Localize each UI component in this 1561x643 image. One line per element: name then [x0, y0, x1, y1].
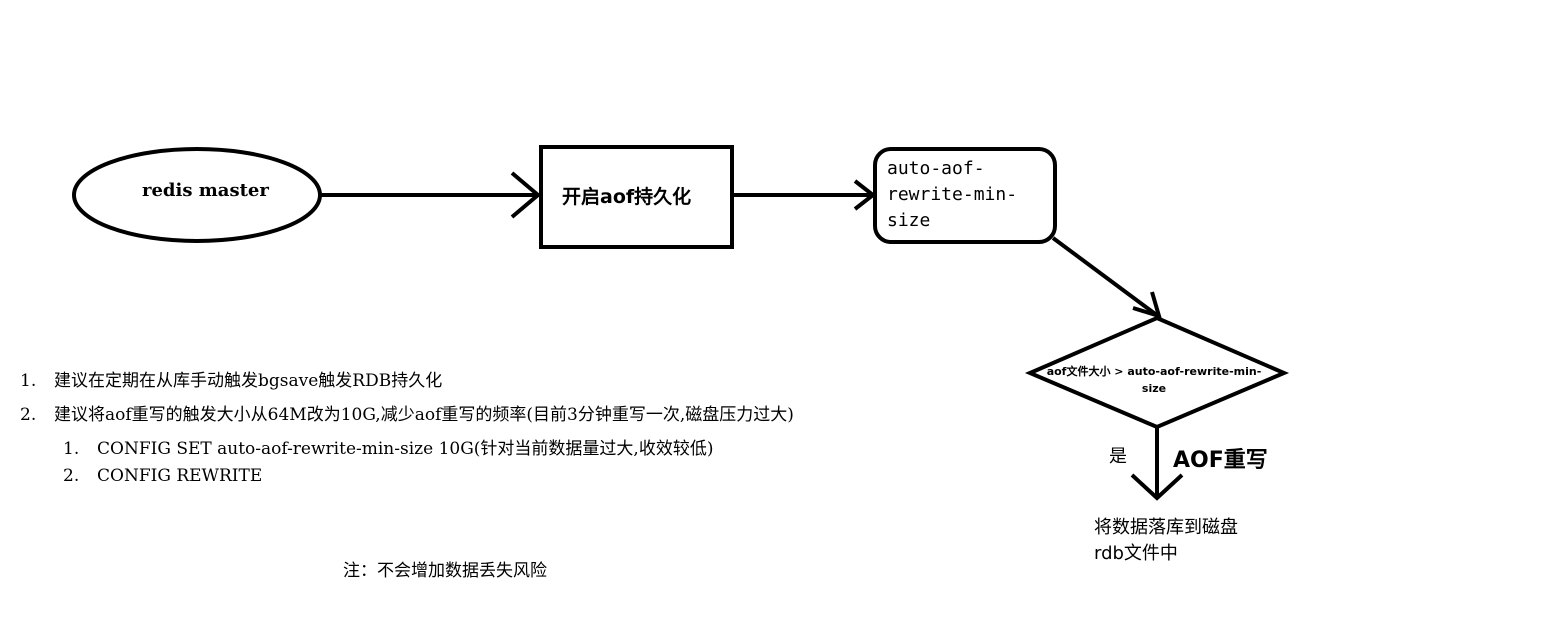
flow-diagram — [72, 145, 1290, 501]
yes-label: 是 — [1109, 446, 1127, 467]
note-subitem-1-text: CONFIG SET auto-aof-rewrite-min-size 10G… — [97, 439, 714, 459]
min-size-label: auto-aof- rewrite-min- size — [887, 156, 1017, 234]
min-size-line-3: size — [887, 210, 931, 231]
note-item-1: 1. 建议在定期在从库手动触发bgsave触发RDB持久化 — [20, 366, 442, 391]
note-item-2: 2. 建议将aof重写的触发大小从64M改为10G,减少aof重写的频率(目前3分… — [20, 400, 794, 425]
note-subitem-2-num: 2. — [63, 466, 80, 486]
min-size-line-2: rewrite-min- — [887, 184, 1018, 205]
footnote: 注：不会增加数据丢失风险 — [343, 561, 547, 581]
note-item-1-num: 1. — [20, 371, 37, 391]
redis-master-label: redis master — [142, 180, 269, 201]
aof-rewrite-label: AOF重写 — [1173, 448, 1268, 473]
note-subitem-1-num: 1. — [63, 439, 80, 459]
note-item-2-num: 2. — [20, 405, 37, 425]
note-subitem-2-text: CONFIG REWRITE — [97, 466, 263, 486]
note-subitem-1: 1. CONFIG SET auto-aof-rewrite-min-size 1… — [63, 434, 713, 459]
arrow-min-size-to-decision — [1051, 236, 1160, 318]
note-item-2-text: 建议将aof重写的触发大小从64M改为10G,减少aof重写的频率(目前3分钟重… — [54, 405, 794, 425]
result-label: 将数据落库到磁盘rdb文件中 — [1094, 517, 1238, 564]
note-item-1-text: 建议在定期在从库手动触发bgsave触发RDB持久化 — [54, 371, 443, 391]
min-size-line-1: auto-aof- — [887, 158, 985, 179]
enable-aof-label: 开启aof持久化 — [562, 186, 692, 208]
decision-label: aof文件大小 > auto-aof-rewrite-min-size — [1046, 365, 1262, 395]
note-subitem-2: 2. CONFIG REWRITE — [63, 466, 262, 486]
